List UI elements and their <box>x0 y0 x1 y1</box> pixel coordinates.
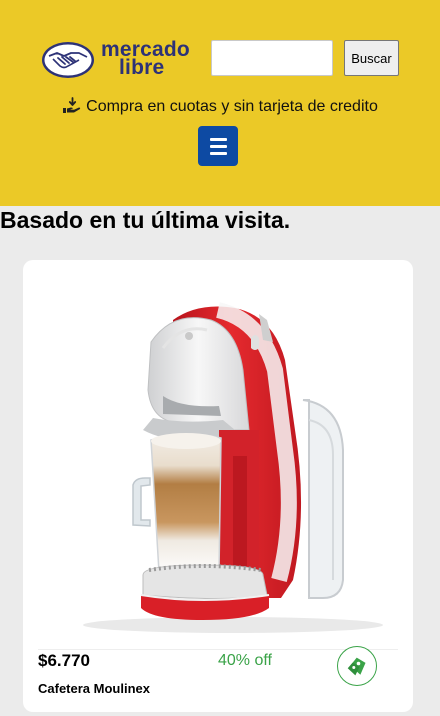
product-price: $6.770 <box>38 651 90 670</box>
hamburger-icon-bar <box>209 144 227 148</box>
hamburger-icon-bar <box>209 137 227 141</box>
product-card[interactable]: $6.770 40% off Cafetera Moulinex <box>23 260 413 712</box>
product-name[interactable]: Cafetera Moulinex <box>38 681 150 696</box>
shopping-bag-icon <box>347 657 366 676</box>
add-to-cart-button[interactable] <box>337 646 377 686</box>
section-title: Basado en tu última visita. <box>0 207 291 233</box>
search-input[interactable] <box>211 40 333 76</box>
hamburger-icon-bar <box>209 151 227 155</box>
coffee-machine-image[interactable] <box>23 280 413 648</box>
logo-text-libre: libre <box>119 56 165 79</box>
header: mercado libre Buscar Compra en cuotas y … <box>0 0 440 206</box>
handshake-icon <box>42 42 94 78</box>
promo-text: Compra en cuotas y sin tarjeta de credit… <box>86 98 378 115</box>
mercadolibre-logo[interactable]: mercado libre <box>41 39 193 81</box>
installments-promo: Compra en cuotas y sin tarjeta de credit… <box>0 97 440 116</box>
menu-button[interactable] <box>198 126 238 166</box>
hand-money-icon <box>63 97 81 113</box>
discount-badge: 40% off <box>218 652 272 669</box>
search-button[interactable]: Buscar <box>344 40 399 76</box>
